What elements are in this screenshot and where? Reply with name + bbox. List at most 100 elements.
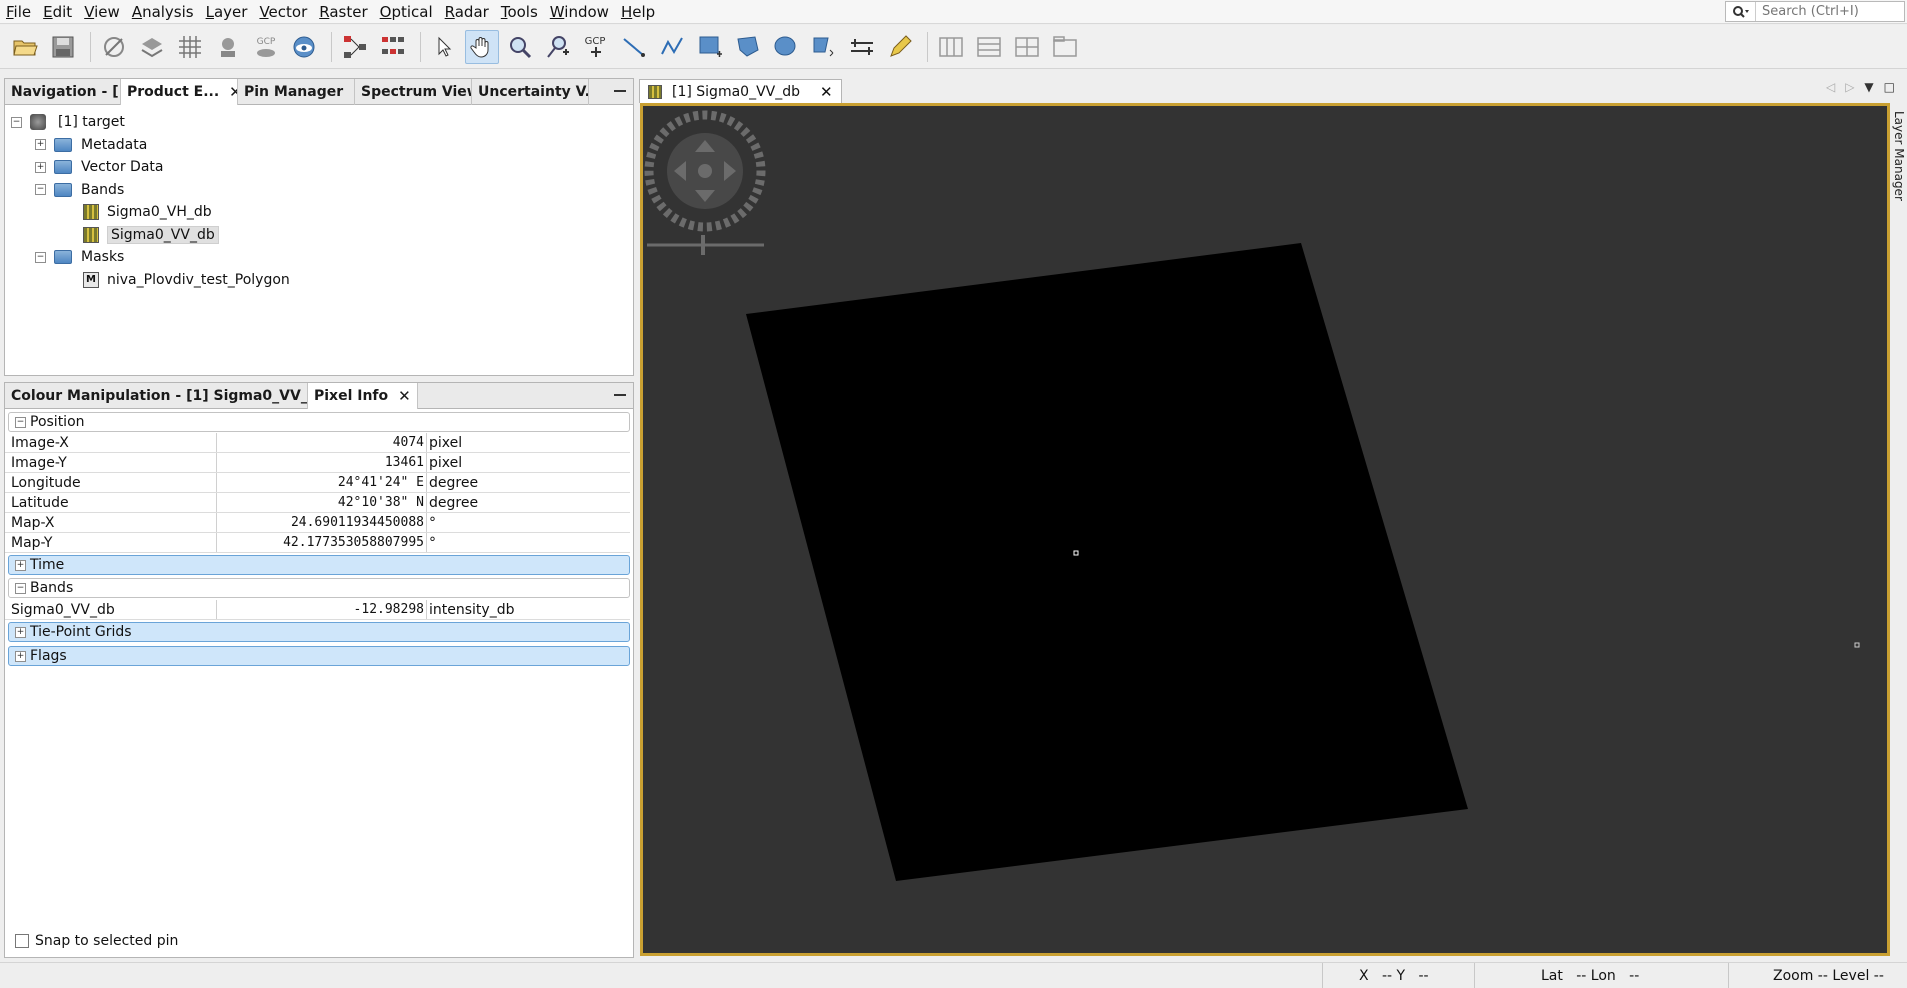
- tab-pixel-info[interactable]: Pixel Info ✕: [308, 383, 418, 409]
- tile-vertical-button[interactable]: [972, 30, 1006, 64]
- snap-to-pin-checkbox[interactable]: [15, 934, 29, 948]
- draw-line-button[interactable]: [617, 30, 651, 64]
- graph-builder-button[interactable]: [338, 30, 372, 64]
- product-library-button[interactable]: [135, 30, 169, 64]
- expand-icon[interactable]: +: [35, 161, 46, 173]
- tab-pin-manager[interactable]: Pin Manager: [238, 79, 355, 105]
- tree-node-masks[interactable]: − Masks: [11, 246, 290, 269]
- tab-product-explorer[interactable]: Product E...✕: [121, 79, 238, 105]
- tree-node-mask-polygon[interactable]: M niva_Plovdiv_test_Polygon: [11, 269, 290, 292]
- world-view-button[interactable]: [287, 30, 321, 64]
- menu-vector[interactable]: Vector: [253, 0, 313, 24]
- magic-wand-tool-button[interactable]: [807, 30, 841, 64]
- search-input[interactable]: [1756, 4, 1904, 19]
- menu-raster[interactable]: Raster: [313, 0, 373, 24]
- main-toolbar: GCP GCP: [0, 25, 1907, 69]
- menu-analysis[interactable]: Analysis: [126, 0, 200, 24]
- menu-layer[interactable]: Layer: [200, 0, 254, 24]
- minimize-panel-button[interactable]: [613, 389, 627, 401]
- draw-polygon-button[interactable]: [731, 30, 765, 64]
- image-view-svg: [644, 110, 1860, 881]
- batch-processing-button[interactable]: [376, 30, 410, 64]
- group-time[interactable]: + Time: [8, 555, 630, 575]
- range-finder-button[interactable]: [845, 30, 879, 64]
- draw-rectangle-button[interactable]: [693, 30, 727, 64]
- product-explorer-panel: Navigation - [... Product E...✕ Pin Mana…: [4, 78, 634, 376]
- group-bands[interactable]: − Bands: [8, 578, 630, 598]
- menu-help[interactable]: Help: [615, 0, 661, 24]
- next-document-icon[interactable]: ▷: [1845, 80, 1854, 94]
- collapse-icon[interactable]: −: [11, 116, 22, 128]
- layer-manager-label[interactable]: Layer Manager: [1892, 111, 1906, 201]
- menu-optical[interactable]: Optical: [374, 0, 439, 24]
- gcp-placing-button[interactable]: GCP: [249, 30, 283, 64]
- pan-tool-button[interactable]: [465, 29, 499, 64]
- gcp-tool-button[interactable]: GCP: [579, 30, 613, 64]
- tree-node-metadata[interactable]: + Metadata: [11, 134, 290, 157]
- menu-window[interactable]: Window: [544, 0, 615, 24]
- maximize-icon[interactable]: □: [1884, 80, 1895, 94]
- menu-view[interactable]: View: [78, 0, 126, 24]
- menu-tools[interactable]: Tools: [495, 0, 544, 24]
- expand-icon[interactable]: +: [15, 626, 26, 638]
- search-box: [1725, 1, 1905, 22]
- snap-to-pin-option[interactable]: Snap to selected pin: [15, 933, 178, 949]
- group-position[interactable]: − Position: [8, 412, 630, 432]
- draw-ellipse-button[interactable]: [769, 30, 803, 64]
- menu-radar[interactable]: Radar: [439, 0, 495, 24]
- open-product-button[interactable]: [8, 30, 42, 64]
- collapse-icon[interactable]: −: [35, 251, 46, 263]
- collapse-icon[interactable]: −: [15, 416, 26, 428]
- close-icon[interactable]: ✕: [398, 383, 411, 409]
- pixel-info-tabstrip: Colour Manipulation - [1] Sigma0_VV_db P…: [5, 383, 633, 409]
- search-icon[interactable]: [1726, 2, 1756, 21]
- expand-icon[interactable]: +: [15, 650, 26, 662]
- minimize-panel-button[interactable]: [613, 85, 627, 97]
- tree-node-bands[interactable]: − Bands: [11, 179, 290, 202]
- draw-polyline-button[interactable]: [655, 30, 689, 64]
- group-tie-point-grids[interactable]: + Tie-Point Grids: [8, 622, 630, 642]
- menu-bar: File Edit View Analysis Layer Vector Ras…: [0, 0, 1907, 24]
- hand-icon: [470, 36, 489, 58]
- graticule-button[interactable]: [173, 30, 207, 64]
- tree-node-product[interactable]: − [1] target: [11, 111, 290, 134]
- collapse-icon[interactable]: −: [35, 184, 46, 196]
- status-geo-position: Lat -- Lon --: [1474, 963, 1726, 988]
- tile-horizontal-button[interactable]: [934, 30, 968, 64]
- collapse-icon[interactable]: −: [15, 582, 26, 594]
- menu-edit[interactable]: Edit: [37, 0, 78, 24]
- zoom-tool-button[interactable]: [503, 30, 537, 64]
- close-icon[interactable]: ✕: [820, 83, 833, 101]
- select-tool-button[interactable]: [427, 30, 461, 64]
- group-flags[interactable]: + Flags: [8, 646, 630, 666]
- tab-navigation[interactable]: Navigation - [...: [5, 79, 121, 105]
- polygon-icon: [737, 35, 759, 57]
- table-row: Map-Y 42.177353058807995 °: [5, 533, 630, 553]
- menu-file[interactable]: File: [0, 0, 37, 24]
- tab-spectrum-view[interactable]: Spectrum View: [355, 79, 472, 105]
- magic-wand-button[interactable]: [97, 30, 131, 64]
- image-view-tab[interactable]: [1] Sigma0_VV_db ✕: [639, 79, 842, 103]
- expand-icon[interactable]: +: [35, 139, 46, 151]
- layer-manager-strip[interactable]: Layer Manager: [1890, 103, 1907, 956]
- tree-node-vector-data[interactable]: + Vector Data: [11, 156, 290, 179]
- close-icon[interactable]: ✕: [229, 79, 237, 105]
- pencil-tool-button[interactable]: [883, 30, 917, 64]
- previous-document-icon[interactable]: ◁: [1826, 80, 1835, 94]
- expand-icon[interactable]: +: [15, 559, 26, 571]
- pin-tool-button[interactable]: [541, 30, 575, 64]
- toolbar-separator: [420, 31, 421, 62]
- tree-node-band-vv[interactable]: Sigma0_VV_db: [11, 224, 290, 247]
- tile-evenly-button[interactable]: [1010, 30, 1044, 64]
- document-list-icon[interactable]: ▼: [1864, 80, 1873, 94]
- cursor-marker: [1854, 642, 1860, 648]
- tab-colour-manipulation[interactable]: Colour Manipulation - [1] Sigma0_VV_db: [5, 383, 308, 409]
- tree-node-band-vh[interactable]: Sigma0_VH_db: [11, 201, 290, 224]
- save-product-button[interactable]: [46, 30, 80, 64]
- zoom-slider[interactable]: [647, 235, 764, 255]
- tab-uncertainty-visualisation[interactable]: Uncertainty V...: [472, 79, 589, 105]
- tile-single-button[interactable]: [1048, 30, 1082, 64]
- pan-control[interactable]: [644, 110, 766, 232]
- pin-placing-button[interactable]: [211, 30, 245, 64]
- image-view-canvas[interactable]: [640, 103, 1890, 956]
